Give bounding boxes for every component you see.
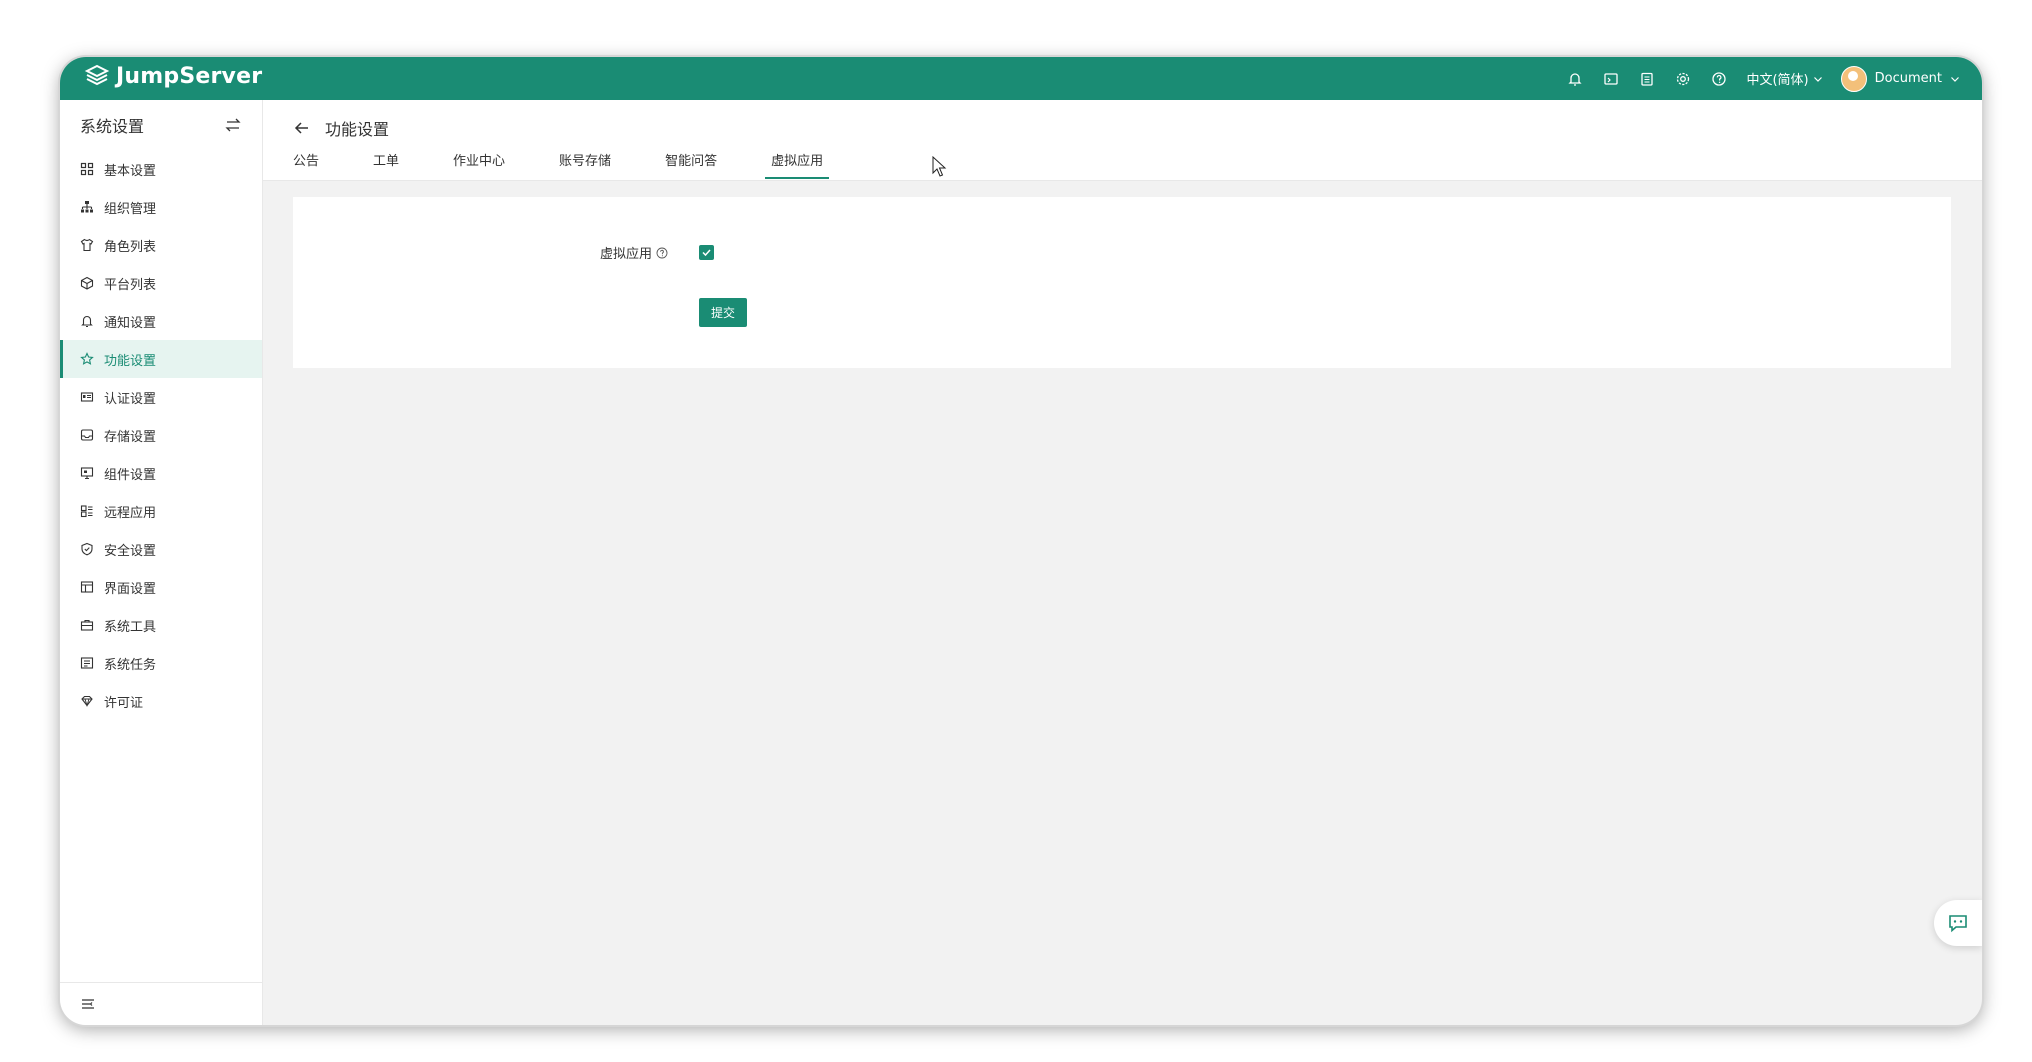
language-selector[interactable]: 中文(简体) <box>1746 69 1822 88</box>
sidebar-item-label: 角色列表 <box>104 239 157 255</box>
sidebar-item-system-tasks[interactable]: 系统任务 <box>60 644 262 682</box>
sidebar-item-label: 界面设置 <box>104 581 157 597</box>
back-arrow-icon[interactable] <box>293 119 311 137</box>
star-icon <box>80 352 94 365</box>
avatar <box>1840 65 1867 92</box>
sidebar-item-label: 通知设置 <box>104 315 157 331</box>
apps-icon <box>80 505 93 518</box>
switch-view-icon[interactable] <box>224 116 242 134</box>
sidebar-item-notification-settings[interactable]: 通知设置 <box>60 302 262 340</box>
sidebar-item-platform-list[interactable]: 平台列表 <box>60 264 262 302</box>
help-icon[interactable] <box>1710 70 1728 88</box>
bell-icon[interactable] <box>1566 70 1584 88</box>
chevron-down-icon <box>1951 76 1959 82</box>
sidebar-item-label: 认证设置 <box>104 391 157 407</box>
tab-announcement[interactable]: 公告 <box>293 150 319 179</box>
sidebar-item-label: 安全设置 <box>104 543 157 559</box>
sidebar-item-storage-settings[interactable]: 存储设置 <box>60 416 262 454</box>
language-label: 中文(简体) <box>1746 73 1809 88</box>
shield-icon <box>81 542 93 556</box>
tab-virtual-app[interactable]: 虚拟应用 <box>765 150 830 179</box>
virtual-app-field: 虚拟应用 <box>600 243 668 262</box>
sidebar-item-basic-settings[interactable]: 基本设置 <box>60 150 262 188</box>
terminal-icon[interactable] <box>1602 70 1620 88</box>
chat-assistant-button[interactable] <box>1934 900 1982 946</box>
monitor-icon <box>80 467 94 480</box>
shirt-icon <box>80 238 94 252</box>
chevron-down-icon <box>1813 76 1822 82</box>
grid-icon <box>80 162 94 176</box>
sidebar-item-security-settings[interactable]: 安全设置 <box>60 530 262 568</box>
sidebar-item-license[interactable]: 许可证 <box>60 682 262 720</box>
sidebar-item-label: 功能设置 <box>104 353 157 369</box>
sidebar-item-label: 组件设置 <box>104 467 157 483</box>
toolbox-icon <box>80 619 94 631</box>
sidebar-title: 系统设置 <box>80 117 145 136</box>
layout-icon <box>80 581 94 593</box>
sidebar-item-label: 基本设置 <box>104 163 157 179</box>
sidebar-item-remote-apps[interactable]: 远程应用 <box>60 492 262 530</box>
question-circle-icon[interactable] <box>656 247 668 259</box>
id-card-icon <box>80 392 94 402</box>
sidebar-item-label: 远程应用 <box>104 505 157 521</box>
inbox-icon <box>80 429 94 441</box>
sidebar-item-auth-settings[interactable]: 认证设置 <box>60 378 262 416</box>
sidebar-item-label: 系统任务 <box>104 657 157 673</box>
mouse-cursor-icon <box>932 156 947 177</box>
chat-icon <box>1949 915 1967 933</box>
sidebar-item-org-management[interactable]: 组织管理 <box>60 188 262 226</box>
tab-job-center[interactable]: 作业中心 <box>453 150 505 179</box>
sidebar-item-interface-settings[interactable]: 界面设置 <box>60 568 262 606</box>
sidebar-item-role-list[interactable]: 角色列表 <box>60 226 262 264</box>
collapse-menu-icon[interactable] <box>80 996 96 1012</box>
license-icon <box>81 695 93 708</box>
user-name: Document <box>1874 71 1942 86</box>
app-name: JumpServer <box>116 63 263 89</box>
tab-smart-qa[interactable]: 智能问答 <box>665 150 717 179</box>
top-navbar: JumpServer 中文(简体) Document <box>60 57 1982 100</box>
sidebar-item-label: 平台列表 <box>104 277 157 293</box>
sidebar-item-system-tools[interactable]: 系统工具 <box>60 606 262 644</box>
sidebar-menu: 基本设置 组织管理 角色列表 平台列表 通知设置 功能设置 认证设置 存储设置 … <box>60 150 262 720</box>
logo[interactable]: JumpServer <box>84 63 262 89</box>
tab-bar: 公告 工单 作业中心 账号存储 智能问答 虚拟应用 <box>293 150 877 179</box>
sidebar-item-label: 组织管理 <box>104 201 157 217</box>
sidebar-header: 系统设置 <box>60 100 262 150</box>
check-icon <box>702 249 711 257</box>
bell-icon <box>81 315 93 328</box>
sidebar-item-label: 存储设置 <box>104 429 157 445</box>
app-window: JumpServer 中文(简体) Document 系统设置 基本设置 组织管… <box>60 57 1982 1025</box>
page-title: 功能设置 <box>325 120 390 139</box>
field-label: 虚拟应用 <box>600 247 653 262</box>
task-icon <box>80 657 94 669</box>
sidebar-item-component-settings[interactable]: 组件设置 <box>60 454 262 492</box>
tab-account-storage[interactable]: 账号存储 <box>559 150 611 179</box>
user-menu[interactable]: Document <box>1840 65 1960 92</box>
clipboard-icon[interactable] <box>1638 70 1656 88</box>
org-icon <box>81 201 93 213</box>
sidebar-footer <box>60 982 262 1025</box>
tab-ticket[interactable]: 工单 <box>373 150 399 179</box>
page-title-row: 功能设置 <box>293 116 389 140</box>
sidebar-item-feature-settings[interactable]: 功能设置 <box>60 340 262 378</box>
sidebar-item-label: 许可证 <box>104 695 144 711</box>
jumpserver-logo-icon <box>84 64 110 86</box>
page-header: 功能设置 公告 工单 作业中心 账号存储 智能问答 虚拟应用 <box>263 100 1982 181</box>
sidebar: 系统设置 基本设置 组织管理 角色列表 平台列表 通知设置 功能设置 认证设置 … <box>60 100 263 1025</box>
gear-icon[interactable] <box>1674 70 1692 88</box>
submit-button[interactable]: 提交 <box>699 298 747 327</box>
settings-form-card: 虚拟应用 提交 <box>293 197 1951 368</box>
cube-icon <box>80 276 94 290</box>
virtual-app-label-group: 虚拟应用 <box>600 243 668 262</box>
sidebar-item-label: 系统工具 <box>104 619 157 635</box>
virtual-app-checkbox[interactable] <box>699 245 714 260</box>
